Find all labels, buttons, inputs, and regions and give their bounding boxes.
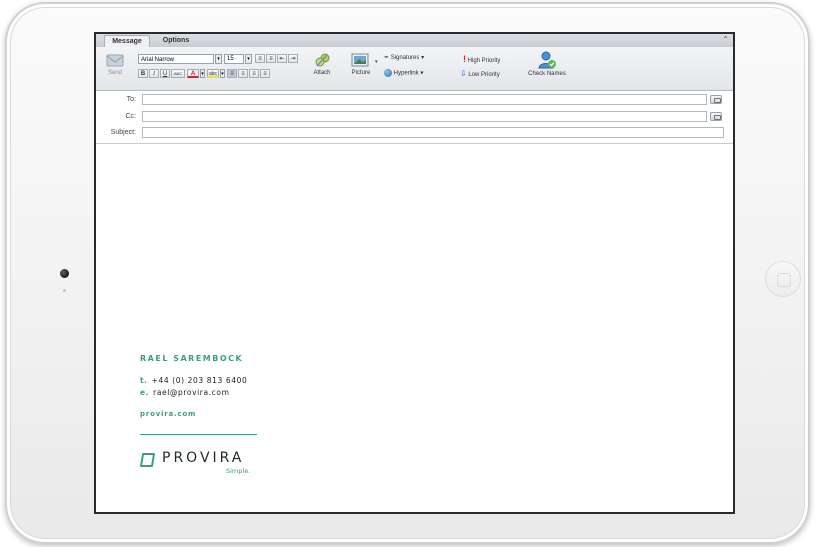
picture-button[interactable]: Picture bbox=[346, 52, 376, 76]
send-icon bbox=[106, 54, 124, 67]
low-priority-button[interactable]: ⇩ Low Priority bbox=[460, 69, 500, 78]
light-sensor bbox=[63, 289, 66, 292]
italic-button[interactable]: I bbox=[149, 69, 159, 78]
signature-email[interactable]: rael@provira.com bbox=[153, 388, 229, 397]
check-names-button[interactable]: Check Names bbox=[524, 51, 570, 77]
signature-email-row: e. rael@provira.com bbox=[140, 388, 230, 397]
collapse-ribbon-icon[interactable]: ⌃ bbox=[722, 35, 729, 44]
front-camera bbox=[60, 269, 69, 278]
cc-field[interactable] bbox=[142, 111, 707, 122]
provira-leaf-logo-icon bbox=[140, 453, 155, 467]
picture-label: Picture bbox=[351, 70, 371, 76]
down-arrow-icon: ⇩ bbox=[460, 69, 467, 78]
hyperlink-dropdown-icon: ▾ bbox=[420, 70, 424, 77]
tab-message[interactable]: Message bbox=[104, 35, 150, 47]
picture-icon bbox=[351, 53, 369, 67]
bullet-list-button[interactable]: ≡ bbox=[255, 54, 265, 63]
align-right-button[interactable]: ≡ bbox=[249, 69, 259, 78]
attach-label: Attach bbox=[313, 70, 331, 76]
phone-key: t. bbox=[140, 376, 148, 385]
subject-field[interactable] bbox=[142, 127, 724, 138]
strikethrough-button[interactable]: ABC bbox=[171, 69, 185, 78]
to-label: To: bbox=[126, 96, 136, 103]
mail-compose-window: Message Options ⌃ Send Arial Narrow ▾ 15… bbox=[94, 32, 735, 514]
ribbon-tab-bar: Message Options ⌃ bbox=[96, 34, 733, 48]
signature-phone-row: t. +44 (0) 203 813 6400 bbox=[140, 376, 247, 385]
low-priority-label: Low Priority bbox=[468, 72, 500, 78]
paperclip-icon bbox=[315, 53, 330, 67]
font-color-button[interactable]: A bbox=[187, 69, 199, 78]
tab-options[interactable]: Options bbox=[154, 35, 198, 47]
signatures-button[interactable]: ✒ Signatures ▾ bbox=[384, 54, 424, 61]
highlight-dropdown-icon[interactable]: ▾ bbox=[220, 69, 225, 78]
exclamation-icon: ! bbox=[463, 54, 466, 64]
font-name-select[interactable]: Arial Narrow bbox=[138, 54, 214, 64]
to-address-book-icon[interactable] bbox=[710, 95, 722, 104]
signature-name: RAEL SAREMBOCK bbox=[140, 354, 244, 363]
signature-phone: +44 (0) 203 813 6400 bbox=[151, 376, 248, 385]
subject-label: Subject: bbox=[110, 129, 136, 136]
cc-address-book-icon[interactable] bbox=[710, 112, 722, 121]
increase-indent-button[interactable]: ⇥ bbox=[288, 54, 298, 63]
hyperlink-button[interactable]: Hyperlink ▾ bbox=[384, 69, 423, 77]
align-left-button[interactable]: ≡ bbox=[227, 69, 237, 78]
bold-button[interactable]: B bbox=[138, 69, 148, 78]
provira-tagline: Simple. bbox=[226, 467, 251, 475]
cc-label: Cc: bbox=[125, 113, 137, 120]
ribbon-toolbar: Send Arial Narrow ▾ 15 ▾ ≡ ≡ ⇤ ⇥ B I U A… bbox=[96, 47, 733, 91]
provira-logo-text: PROVIRA bbox=[162, 450, 245, 466]
send-label: Send bbox=[107, 70, 122, 76]
high-priority-label: High Priority bbox=[467, 58, 501, 64]
underline-button[interactable]: U bbox=[160, 69, 170, 78]
signatures-label: Signatures bbox=[390, 55, 420, 61]
font-name-dropdown-icon[interactable]: ▾ bbox=[215, 54, 222, 64]
high-priority-button[interactable]: ! High Priority bbox=[463, 54, 500, 64]
hyperlink-label: Hyperlink bbox=[393, 70, 419, 77]
send-button[interactable]: Send bbox=[102, 52, 128, 76]
home-button[interactable] bbox=[765, 261, 801, 297]
email-key: e. bbox=[140, 388, 150, 397]
home-button-icon bbox=[777, 273, 791, 287]
to-field[interactable] bbox=[142, 94, 707, 105]
picture-dropdown-icon[interactable]: ▾ bbox=[375, 59, 378, 65]
person-check-icon bbox=[538, 51, 556, 69]
attach-button[interactable]: Attach bbox=[305, 52, 339, 76]
numbered-list-button[interactable]: ≡ bbox=[266, 54, 276, 63]
font-size-dropdown-icon[interactable]: ▾ bbox=[245, 54, 252, 64]
globe-icon bbox=[384, 69, 392, 77]
font-color-dropdown-icon[interactable]: ▾ bbox=[200, 69, 205, 78]
justify-button[interactable]: ≡ bbox=[260, 69, 270, 78]
decrease-indent-button[interactable]: ⇤ bbox=[277, 54, 287, 63]
font-size-select[interactable]: 15 bbox=[224, 54, 244, 64]
signatures-dropdown-icon: ▾ bbox=[421, 55, 425, 61]
align-center-button[interactable]: ≡ bbox=[238, 69, 248, 78]
signature-divider bbox=[140, 434, 257, 435]
check-names-label: Check Names bbox=[528, 71, 566, 77]
highlight-button[interactable]: abc bbox=[207, 69, 219, 78]
signature-website[interactable]: provira.com bbox=[140, 410, 196, 418]
pen-icon: ✒ bbox=[384, 55, 390, 61]
